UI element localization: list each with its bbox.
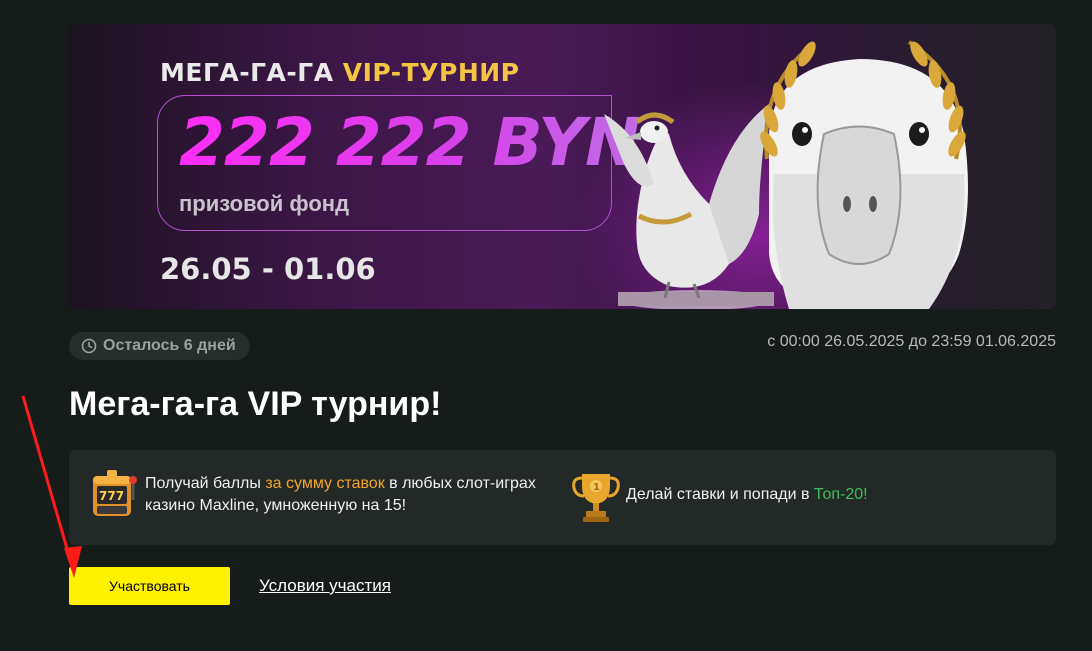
time-remaining-text: Осталось 6 дней [103,337,236,354]
time-remaining-badge: Осталось 6 дней [69,332,250,360]
tournament-period: с 00:00 26.05.2025 до 23:59 01.06.2025 [767,333,1056,350]
goose-illustration [604,40,968,309]
trophy-icon: 1 [572,474,620,522]
rule-points-text: Получай баллы за сумму ставок в любых сл… [145,475,536,514]
svg-text:1: 1 [593,482,600,493]
rules-card: 777 Получай баллы за сумму ставок в любы… [69,450,1056,545]
clock-icon [81,338,97,354]
rule-points-highlight: за сумму ставок [265,475,385,492]
rule-top: 1 Делай ставки и попади в Топ-20! [572,466,1032,524]
rule-points: 777 Получай баллы за сумму ставок в любы… [89,466,549,524]
slot-machine-icon: 777 [93,470,137,516]
terms-link[interactable]: Условия участия [259,576,391,596]
svg-text:777: 777 [99,489,124,503]
rule-top-text: Делай ставки и попади в Топ-20! [626,486,868,503]
tournament-banner: МЕГА-ГА-ГА VIP-ТУРНИР 222 222 BYN призов… [69,24,1056,309]
rule-top-highlight: Топ-20! [813,486,868,503]
join-button[interactable]: Участвовать [69,567,230,605]
page-title: Мега-га-га VIP турнир! [69,385,442,423]
